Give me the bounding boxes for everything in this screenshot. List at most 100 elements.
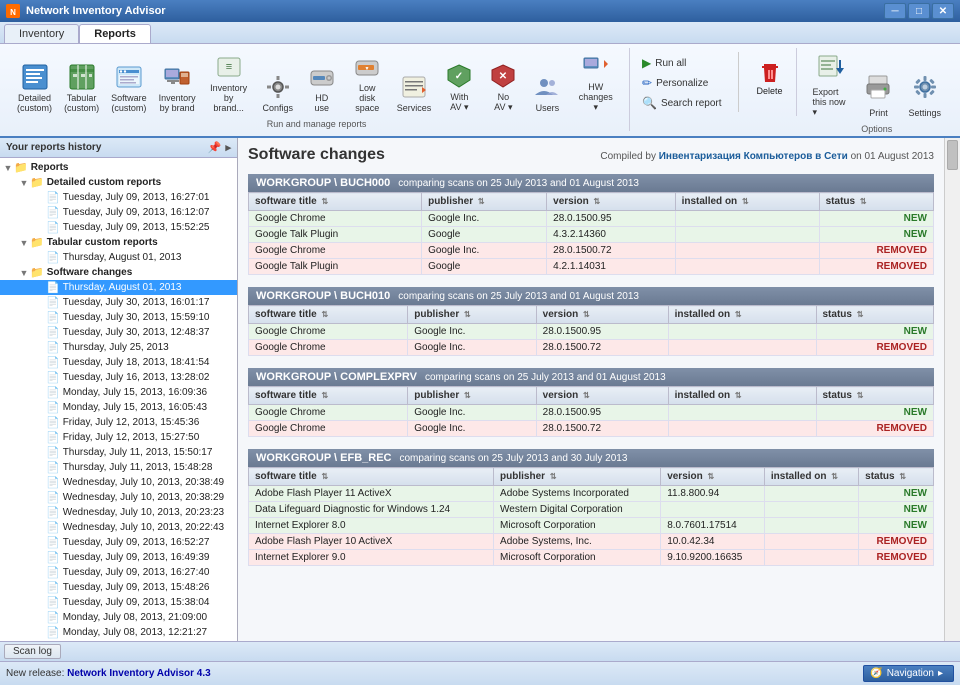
- col-header-software-title[interactable]: software title ⇅: [249, 468, 494, 486]
- tree-item-30[interactable]: 📄Monday, July 08, 2013, 21:09:00: [0, 610, 237, 625]
- scan-log-button[interactable]: Scan log: [4, 644, 61, 659]
- col-header-software-title[interactable]: software title ⇅: [249, 387, 408, 405]
- delete-button[interactable]: Delete: [749, 54, 791, 100]
- detailed-custom-button[interactable]: Detailed(custom): [12, 59, 57, 117]
- col-header-installed-on[interactable]: installed on ⇅: [668, 306, 816, 324]
- col-header-version[interactable]: version ⇅: [536, 387, 668, 405]
- tree-container[interactable]: ▼📁Reports▼📁Detailed custom reports📄Tuesd…: [0, 158, 237, 641]
- col-header-publisher[interactable]: publisher ⇅: [408, 306, 536, 324]
- panel-pin-icon[interactable]: 📌: [208, 141, 222, 154]
- doc-icon: 📄: [46, 341, 60, 354]
- sort-arrows-icon: ⇅: [860, 197, 867, 206]
- expand-icon[interactable]: ▼: [18, 178, 30, 188]
- inventory-by-brand2-button[interactable]: ≡ Inventoryby brand...: [203, 49, 255, 117]
- low-disk-button[interactable]: ▼ Low diskspace: [345, 49, 390, 117]
- software-button[interactable]: Software(custom): [106, 59, 152, 117]
- col-header-publisher[interactable]: publisher ⇅: [494, 468, 661, 486]
- tree-item-0[interactable]: ▼📁Reports: [0, 160, 237, 175]
- col-header-status[interactable]: status ⇅: [816, 387, 934, 405]
- expand-icon[interactable]: ▼: [18, 238, 30, 248]
- tree-item-24[interactable]: 📄Wednesday, July 10, 2013, 20:22:43: [0, 520, 237, 535]
- col-header-status[interactable]: status ⇅: [859, 468, 934, 486]
- tree-item-26[interactable]: 📄Tuesday, July 09, 2013, 16:49:39: [0, 550, 237, 565]
- tree-item-8[interactable]: 📄Thursday, August 01, 2013: [0, 280, 237, 295]
- tree-item-18[interactable]: 📄Friday, July 12, 2013, 15:27:50: [0, 430, 237, 445]
- svg-text:▼: ▼: [365, 66, 370, 72]
- tree-item-16[interactable]: 📄Monday, July 15, 2013, 16:05:43: [0, 400, 237, 415]
- navigation-button[interactable]: 🧭 Navigation ▸: [863, 665, 954, 682]
- close-button[interactable]: ✕: [932, 3, 954, 19]
- tree-item-6[interactable]: 📄Thursday, August 01, 2013: [0, 250, 237, 265]
- personalize-button[interactable]: ✏ Personalize: [636, 74, 728, 92]
- run-all-label: Run all: [655, 58, 686, 69]
- with-av-button[interactable]: ✓ WithAV ▾: [438, 58, 480, 117]
- tree-item-10[interactable]: 📄Tuesday, July 30, 2013, 15:59:10: [0, 310, 237, 325]
- tabular-custom-button[interactable]: Tabular(custom): [59, 59, 104, 117]
- tree-item-25[interactable]: 📄Tuesday, July 09, 2013, 16:52:27: [0, 535, 237, 550]
- tree-item-3[interactable]: 📄Tuesday, July 09, 2013, 16:12:07: [0, 205, 237, 220]
- col-header-installed-on[interactable]: installed on ⇅: [668, 387, 816, 405]
- col-header-software-title[interactable]: software title ⇅: [249, 306, 408, 324]
- col-header-software-title[interactable]: software title ⇅: [249, 193, 422, 211]
- tree-item-5[interactable]: ▼📁Tabular custom reports: [0, 235, 237, 250]
- hd-use-button[interactable]: HDuse: [301, 59, 343, 117]
- tree-item-21[interactable]: 📄Wednesday, July 10, 2013, 20:38:49: [0, 475, 237, 490]
- col-header-installed-on[interactable]: installed on ⇅: [675, 193, 819, 211]
- tree-item-28[interactable]: 📄Tuesday, July 09, 2013, 15:48:26: [0, 580, 237, 595]
- col-header-status[interactable]: status ⇅: [819, 193, 933, 211]
- cell-version: 4.2.1.14031: [547, 259, 675, 275]
- run-all-button[interactable]: ▶ Run all: [636, 54, 728, 72]
- search-report-button[interactable]: 🔍 Search report: [636, 94, 728, 112]
- tree-item-11[interactable]: 📄Tuesday, July 30, 2013, 12:48:37: [0, 325, 237, 340]
- tree-item-17[interactable]: 📄Friday, July 12, 2013, 15:45:36: [0, 415, 237, 430]
- col-header-publisher[interactable]: publisher ⇅: [408, 387, 536, 405]
- tab-reports[interactable]: Reports: [79, 24, 151, 43]
- tree-item-29[interactable]: 📄Tuesday, July 09, 2013, 15:38:04: [0, 595, 237, 610]
- cell-version: 28.0.1500.95: [536, 405, 668, 421]
- col-header-version[interactable]: version ⇅: [536, 306, 668, 324]
- tree-item-20[interactable]: 📄Thursday, July 11, 2013, 15:48:28: [0, 460, 237, 475]
- tree-item-14[interactable]: 📄Tuesday, July 16, 2013, 13:28:02: [0, 370, 237, 385]
- tree-item-1[interactable]: ▼📁Detailed custom reports: [0, 175, 237, 190]
- scrollbar[interactable]: [944, 138, 960, 641]
- tree-item-9[interactable]: 📄Tuesday, July 30, 2013, 16:01:17: [0, 295, 237, 310]
- col-header-version[interactable]: version ⇅: [661, 468, 765, 486]
- settings-button[interactable]: Settings: [901, 69, 948, 122]
- tab-inventory[interactable]: Inventory: [4, 24, 79, 43]
- cell-publisher: Microsoft Corporation: [494, 550, 661, 566]
- tree-item-4[interactable]: 📄Tuesday, July 09, 2013, 15:52:25: [0, 220, 237, 235]
- right-panel[interactable]: Software changes Compiled by Инвентариза…: [238, 138, 944, 641]
- maximize-button[interactable]: □: [908, 3, 930, 19]
- print-button[interactable]: Print: [857, 69, 899, 122]
- folder-icon: 📁: [30, 236, 44, 249]
- svg-text:✓: ✓: [455, 71, 463, 82]
- tree-item-15[interactable]: 📄Monday, July 15, 2013, 16:09:36: [0, 385, 237, 400]
- no-av-button[interactable]: ✕ NoAV ▾: [482, 58, 524, 117]
- expand-icon[interactable]: ▼: [18, 268, 30, 278]
- cell-status: NEW: [859, 502, 934, 518]
- services-button[interactable]: Services: [392, 69, 437, 117]
- inventory-by-brand-button[interactable]: Inventoryby brand: [154, 59, 201, 117]
- scrollbar-thumb[interactable]: [947, 140, 958, 170]
- panel-arrow-icon[interactable]: ▸: [225, 141, 231, 154]
- tree-item-7[interactable]: ▼📁Software changes: [0, 265, 237, 280]
- col-header-installed-on[interactable]: installed on ⇅: [764, 468, 858, 486]
- tree-item-2[interactable]: 📄Tuesday, July 09, 2013, 16:27:01: [0, 190, 237, 205]
- configs-button[interactable]: Configs: [257, 69, 299, 117]
- tree-item-13[interactable]: 📄Tuesday, July 18, 2013, 18:41:54: [0, 355, 237, 370]
- minimize-button[interactable]: ─: [884, 3, 906, 19]
- col-header-status[interactable]: status ⇅: [816, 306, 934, 324]
- export-button[interactable]: Exportthis now ▾: [805, 48, 855, 122]
- tree-item-31[interactable]: 📄Monday, July 08, 2013, 12:21:27: [0, 625, 237, 640]
- tree-item-12[interactable]: 📄Thursday, July 25, 2013: [0, 340, 237, 355]
- tree-item-22[interactable]: 📄Wednesday, July 10, 2013, 20:38:29: [0, 490, 237, 505]
- tree-item-27[interactable]: 📄Tuesday, July 09, 2013, 16:27:40: [0, 565, 237, 580]
- col-header-publisher[interactable]: publisher ⇅: [422, 193, 547, 211]
- tree-item-19[interactable]: 📄Thursday, July 11, 2013, 15:50:17: [0, 445, 237, 460]
- tree-item-23[interactable]: 📄Wednesday, July 10, 2013, 20:23:23: [0, 505, 237, 520]
- col-header-version[interactable]: version ⇅: [547, 193, 675, 211]
- expand-icon[interactable]: ▼: [2, 163, 14, 173]
- hw-changes-button[interactable]: HWchanges ▾: [570, 48, 621, 117]
- tree-item-label: Monday, July 15, 2013, 16:05:43: [63, 402, 207, 413]
- users-button[interactable]: Users: [526, 69, 568, 117]
